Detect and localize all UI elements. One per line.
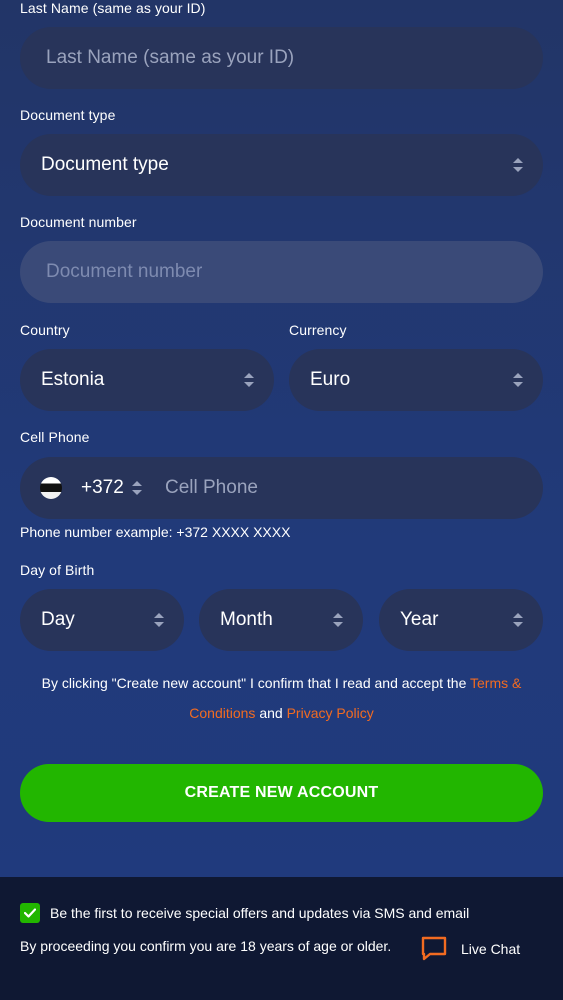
document-number-placeholder: Document number xyxy=(46,261,203,282)
cell-phone-placeholder: Cell Phone xyxy=(165,477,258,498)
sort-arrows-icon xyxy=(333,613,343,627)
age-notice: By proceeding you confirm you are 18 yea… xyxy=(20,938,392,954)
sort-arrows-icon xyxy=(513,158,523,172)
birth-day-value: Day xyxy=(41,609,75,630)
terms-and: and xyxy=(259,705,283,721)
chat-bubble-icon xyxy=(421,936,447,961)
currency-select[interactable]: Euro xyxy=(289,349,543,411)
footer-bar: Be the first to receive special offers a… xyxy=(0,877,563,1000)
document-number-input[interactable]: Document number xyxy=(20,241,543,303)
document-type-value: Document type xyxy=(41,154,169,175)
document-type-select[interactable]: Document type xyxy=(20,134,543,196)
phone-example-text: Phone number example: +372 XXXX XXXX xyxy=(20,524,291,540)
birth-year-select[interactable]: Year xyxy=(379,589,543,651)
country-select[interactable]: Estonia xyxy=(20,349,274,411)
country-label: Country xyxy=(20,322,70,338)
live-chat-label: Live Chat xyxy=(461,941,521,957)
cell-phone-input[interactable]: +372 Cell Phone xyxy=(20,457,543,519)
estonia-flag-icon xyxy=(40,477,62,499)
currency-label: Currency xyxy=(289,322,347,338)
offers-opt-in-text: Be the first to receive special offers a… xyxy=(50,905,470,921)
sort-arrows-icon xyxy=(132,481,142,495)
birth-label: Day of Birth xyxy=(20,562,95,578)
sort-arrows-icon xyxy=(244,373,254,387)
cell-phone-label: Cell Phone xyxy=(20,429,90,445)
document-number-label: Document number xyxy=(20,214,137,230)
sort-arrows-icon xyxy=(513,613,523,627)
create-account-button[interactable]: CREATE NEW ACCOUNT xyxy=(20,764,543,822)
sort-arrows-icon xyxy=(513,373,523,387)
checkmark-icon xyxy=(24,908,36,918)
document-type-label: Document type xyxy=(20,107,116,123)
currency-value: Euro xyxy=(310,369,351,390)
birth-month-select[interactable]: Month xyxy=(199,589,363,651)
live-chat-button[interactable]: Live Chat xyxy=(420,935,530,965)
offers-checkbox[interactable] xyxy=(20,903,40,923)
last-name-placeholder: Last Name (same as your ID) xyxy=(46,47,295,68)
last-name-label: Last Name (same as your ID) xyxy=(20,0,206,16)
birth-year-value: Year xyxy=(400,609,439,630)
country-value: Estonia xyxy=(41,369,105,390)
birth-month-value: Month xyxy=(220,609,273,630)
privacy-policy-link[interactable]: Privacy Policy xyxy=(287,705,374,721)
dial-code-select[interactable]: +372 xyxy=(81,477,124,499)
terms-notice: By clicking "Create new account" I confi… xyxy=(20,668,543,728)
terms-prefix: By clicking "Create new account" I confi… xyxy=(41,675,467,691)
birth-day-select[interactable]: Day xyxy=(20,589,184,651)
sort-arrows-icon xyxy=(154,613,164,627)
last-name-input[interactable]: Last Name (same as your ID) xyxy=(20,27,543,89)
